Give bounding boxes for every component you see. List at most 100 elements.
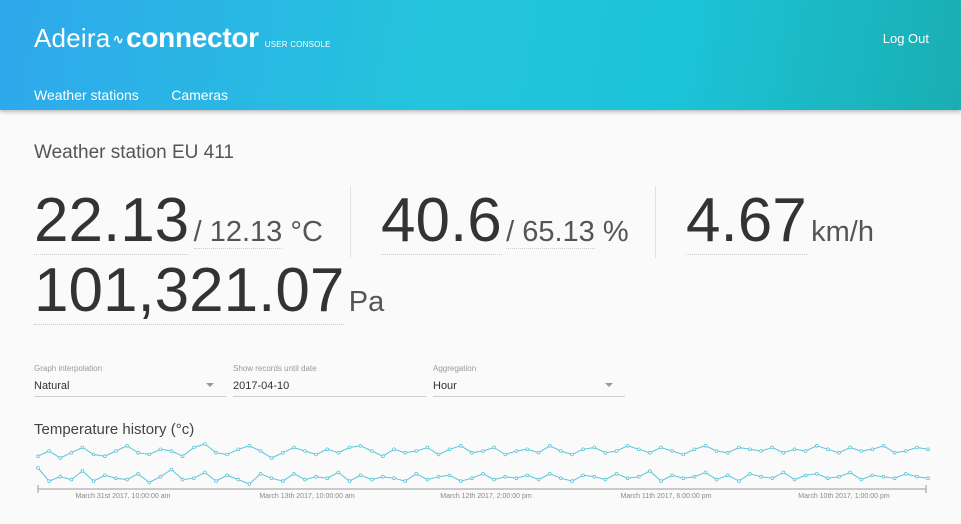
data-point[interactable] xyxy=(592,474,597,479)
data-point[interactable] xyxy=(180,477,185,482)
data-point[interactable] xyxy=(492,477,496,482)
data-point[interactable] xyxy=(514,476,519,480)
data-point[interactable] xyxy=(125,477,129,482)
data-point[interactable] xyxy=(659,445,663,450)
data-point[interactable] xyxy=(158,474,163,479)
data-point[interactable] xyxy=(614,449,619,453)
data-point[interactable] xyxy=(414,471,419,476)
data-point[interactable] xyxy=(158,447,163,452)
data-point[interactable] xyxy=(281,479,285,483)
data-point[interactable] xyxy=(892,450,897,455)
data-point[interactable] xyxy=(926,476,930,480)
data-point[interactable] xyxy=(292,445,296,450)
data-point[interactable] xyxy=(848,470,852,475)
data-point[interactable] xyxy=(547,471,552,476)
data-point[interactable] xyxy=(748,447,752,452)
data-point[interactable] xyxy=(692,474,697,479)
data-point[interactable] xyxy=(169,449,174,453)
data-point[interactable] xyxy=(147,480,152,485)
data-point[interactable] xyxy=(392,447,396,452)
data-point[interactable] xyxy=(759,474,763,479)
data-point[interactable] xyxy=(192,445,196,450)
chevron-down-icon[interactable] xyxy=(206,383,214,387)
data-point[interactable] xyxy=(425,445,430,450)
data-point[interactable] xyxy=(258,449,263,453)
interpolation-select[interactable]: Graph interpolation Natural xyxy=(34,364,226,397)
data-point[interactable] xyxy=(214,450,218,455)
data-point[interactable] xyxy=(447,447,452,452)
data-point[interactable] xyxy=(114,449,118,453)
data-point[interactable] xyxy=(236,477,241,482)
data-point[interactable] xyxy=(625,444,630,448)
data-point[interactable] xyxy=(681,476,686,480)
data-point[interactable] xyxy=(69,450,74,455)
data-point[interactable] xyxy=(636,447,641,452)
data-point[interactable] xyxy=(781,470,786,475)
data-point[interactable] xyxy=(325,476,330,480)
data-point[interactable] xyxy=(547,444,552,448)
data-point[interactable] xyxy=(225,452,229,457)
data-point[interactable] xyxy=(225,473,229,478)
data-point[interactable] xyxy=(258,471,263,476)
data-point[interactable] xyxy=(614,471,619,476)
aggregation-value[interactable]: Hour xyxy=(433,374,625,397)
data-point[interactable] xyxy=(581,447,585,452)
data-point[interactable] xyxy=(91,452,96,457)
data-point[interactable] xyxy=(714,477,719,482)
data-point[interactable] xyxy=(759,449,763,453)
data-point[interactable] xyxy=(570,479,574,483)
data-point[interactable] xyxy=(103,454,107,459)
data-point[interactable] xyxy=(503,474,508,479)
data-point[interactable] xyxy=(203,470,207,475)
data-point[interactable] xyxy=(347,479,352,483)
data-point[interactable] xyxy=(503,452,508,457)
data-point[interactable] xyxy=(314,474,318,479)
data-point[interactable] xyxy=(881,474,886,479)
data-point[interactable] xyxy=(436,474,441,479)
data-point[interactable] xyxy=(725,450,730,455)
data-point[interactable] xyxy=(581,473,585,478)
data-point[interactable] xyxy=(859,449,864,453)
data-point[interactable] xyxy=(636,474,641,479)
data-point[interactable] xyxy=(91,479,96,483)
data-point[interactable] xyxy=(414,449,419,453)
data-point[interactable] xyxy=(425,477,430,482)
data-point[interactable] xyxy=(214,479,218,483)
data-point[interactable] xyxy=(903,449,908,453)
data-point[interactable] xyxy=(681,452,686,457)
data-point[interactable] xyxy=(536,450,541,455)
data-point[interactable] xyxy=(381,454,385,459)
data-point[interactable] xyxy=(36,466,40,470)
data-point[interactable] xyxy=(748,471,752,476)
data-point[interactable] xyxy=(903,471,908,476)
data-point[interactable] xyxy=(369,477,374,482)
data-point[interactable] xyxy=(303,477,307,482)
data-point[interactable] xyxy=(792,447,797,452)
data-point[interactable] xyxy=(114,476,118,480)
data-point[interactable] xyxy=(915,445,919,450)
data-point[interactable] xyxy=(770,476,775,480)
data-point[interactable] xyxy=(47,479,51,483)
data-point[interactable] xyxy=(247,444,252,448)
data-point[interactable] xyxy=(859,477,864,482)
data-point[interactable] xyxy=(470,450,474,455)
data-point[interactable] xyxy=(848,445,852,450)
data-point[interactable] xyxy=(381,474,385,479)
data-point[interactable] xyxy=(269,476,274,480)
data-point[interactable] xyxy=(80,469,85,473)
data-point[interactable] xyxy=(837,474,841,479)
data-point[interactable] xyxy=(36,454,40,459)
data-point[interactable] xyxy=(447,473,452,478)
nav-weather-stations[interactable]: Weather stations xyxy=(34,87,139,103)
data-point[interactable] xyxy=(814,444,819,448)
data-point[interactable] xyxy=(570,452,574,457)
data-point[interactable] xyxy=(603,450,608,455)
data-point[interactable] xyxy=(80,445,85,450)
data-point[interactable] xyxy=(737,445,741,450)
data-point[interactable] xyxy=(481,449,485,453)
data-point[interactable] xyxy=(125,444,129,448)
data-point[interactable] xyxy=(725,473,730,478)
data-point[interactable] xyxy=(692,447,697,452)
data-point[interactable] xyxy=(147,452,152,457)
data-point[interactable] xyxy=(392,476,396,480)
